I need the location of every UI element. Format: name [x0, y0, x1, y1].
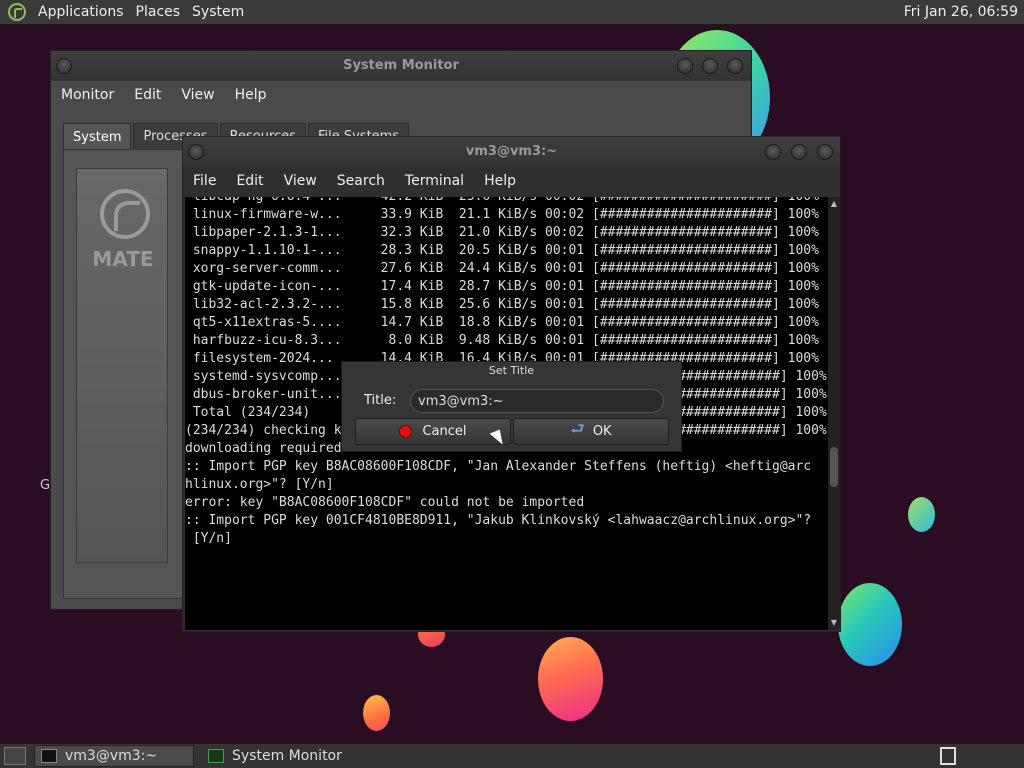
distro-name: MATE [92, 247, 154, 271]
menu-monitor[interactable]: Monitor [51, 87, 124, 103]
bottom-panel: vm3@vm3:~ System Monitor [0, 743, 1024, 768]
terminal-line: libpaper-2.1.3-1... 32.3 KiB 21.0 KiB/s … [185, 225, 819, 240]
show-desktop-icon[interactable] [4, 747, 26, 765]
menu-help[interactable]: Help [474, 173, 526, 189]
maximize-button[interactable] [702, 58, 718, 74]
menubar: File Edit View Search Terminal Help [183, 173, 840, 189]
wallpaper-bubble [838, 583, 902, 666]
scroll-up-arrow-icon[interactable]: ▲ [828, 199, 840, 209]
terminal-line: hlinux.org>"? [Y/n] [185, 477, 334, 492]
mate-logo-icon [100, 189, 150, 239]
minimize-button[interactable] [677, 58, 693, 74]
terminal-line: snappy-1.1.10-1-... 28.3 KiB 20.5 KiB/s … [185, 243, 819, 258]
terminal-line: :: Import PGP key B8AC08600F108CDF, "Jan… [185, 459, 812, 474]
wallpaper-bubble [363, 695, 390, 731]
terminal-line: libcap-ng-0.8.4-... 42.2 KiB 23.6 KiB/s … [185, 197, 828, 206]
dialog-title: Set Title [488, 364, 535, 377]
taskbar-item-terminal[interactable]: vm3@vm3:~ [34, 745, 194, 767]
menu-places[interactable]: Places [130, 4, 187, 20]
terminal-line: qt5-x11extras-5.... 14.7 KiB 18.8 KiB/s … [185, 315, 819, 330]
menubar: Monitor Edit View Help [51, 87, 751, 103]
terminal-line: :: Import PGP key 001CF4810BE8D911, "Jak… [185, 513, 812, 528]
menu-edit[interactable]: Edit [124, 87, 171, 103]
close-button[interactable] [817, 144, 833, 160]
system-monitor-icon [208, 749, 224, 763]
cancel-button[interactable]: Cancel [355, 418, 511, 445]
maximize-button[interactable] [791, 144, 807, 160]
terminal-line: error: key "B8AC08600F108CDF" could not … [185, 495, 585, 510]
terminal-line: xorg-server-comm... 27.6 KiB 24.4 KiB/s … [185, 261, 819, 276]
menu-system[interactable]: System [186, 4, 250, 20]
taskbar-label: System Monitor [232, 748, 342, 764]
wallpaper-bubble [908, 497, 935, 532]
taskbar-label: vm3@vm3:~ [65, 748, 158, 764]
title-label: Title: [364, 393, 397, 408]
scroll-down-arrow-icon[interactable]: ▼ [828, 618, 840, 628]
window-menu-button[interactable] [188, 144, 204, 160]
menu-applications[interactable]: Applications [32, 4, 130, 20]
window-menu-button[interactable] [56, 58, 72, 74]
menu-terminal[interactable]: Terminal [395, 173, 474, 189]
terminal-line: lib32-acl-2.3.2-... 15.8 KiB 25.6 KiB/s … [185, 297, 819, 312]
cancel-icon [399, 425, 413, 438]
window-titlebar[interactable]: vm3@vm3:~ [183, 137, 840, 167]
window-titlebar[interactable]: System Monitor [51, 51, 751, 81]
mate-logo-icon[interactable] [8, 3, 26, 21]
menu-search[interactable]: Search [327, 173, 395, 189]
terminal-icon [41, 749, 57, 763]
terminal-line: linux-firmware-w... 33.9 KiB 21.1 KiB/s … [185, 207, 819, 222]
top-panel: Applications Places System Fri Jan 26, 0… [0, 0, 1024, 25]
menu-view[interactable]: View [171, 87, 224, 103]
terminal-line: gtk-update-icon-... 17.4 KiB 28.7 KiB/s … [185, 279, 819, 294]
distro-logo-panel: MATE [76, 168, 168, 563]
menu-edit[interactable]: Edit [226, 173, 273, 189]
minimize-button[interactable] [765, 144, 781, 160]
cancel-label: Cancel [422, 424, 467, 439]
terminal-line: harfbuzz-icu-8.3... 8.0 KiB 9.48 KiB/s 0… [185, 333, 819, 348]
menu-file[interactable]: File [183, 173, 226, 189]
menu-view[interactable]: View [274, 173, 327, 189]
ok-label: OK [592, 424, 612, 439]
terminal-line: [Y/n] [185, 531, 232, 546]
scrollbar-thumb[interactable] [830, 447, 838, 487]
ok-button[interactable]: ⮐ OK [513, 418, 669, 445]
notes-icon[interactable] [940, 747, 956, 765]
clock[interactable]: Fri Jan 26, 06:59 [904, 4, 1018, 20]
return-arrow-icon: ⮐ [570, 419, 585, 438]
terminal-scrollbar[interactable]: ▲ ▼ [828, 197, 840, 630]
menu-help[interactable]: Help [225, 87, 277, 103]
wallpaper-bubble [538, 637, 603, 721]
desktop-stray-text: G [40, 478, 51, 493]
taskbar-item-system-monitor[interactable]: System Monitor [202, 745, 362, 767]
title-input[interactable] [410, 389, 664, 413]
set-title-dialog: Set Title Title: Cancel ⮐ OK [341, 361, 682, 452]
close-button[interactable] [727, 58, 743, 74]
tab-system[interactable]: System [63, 123, 132, 151]
